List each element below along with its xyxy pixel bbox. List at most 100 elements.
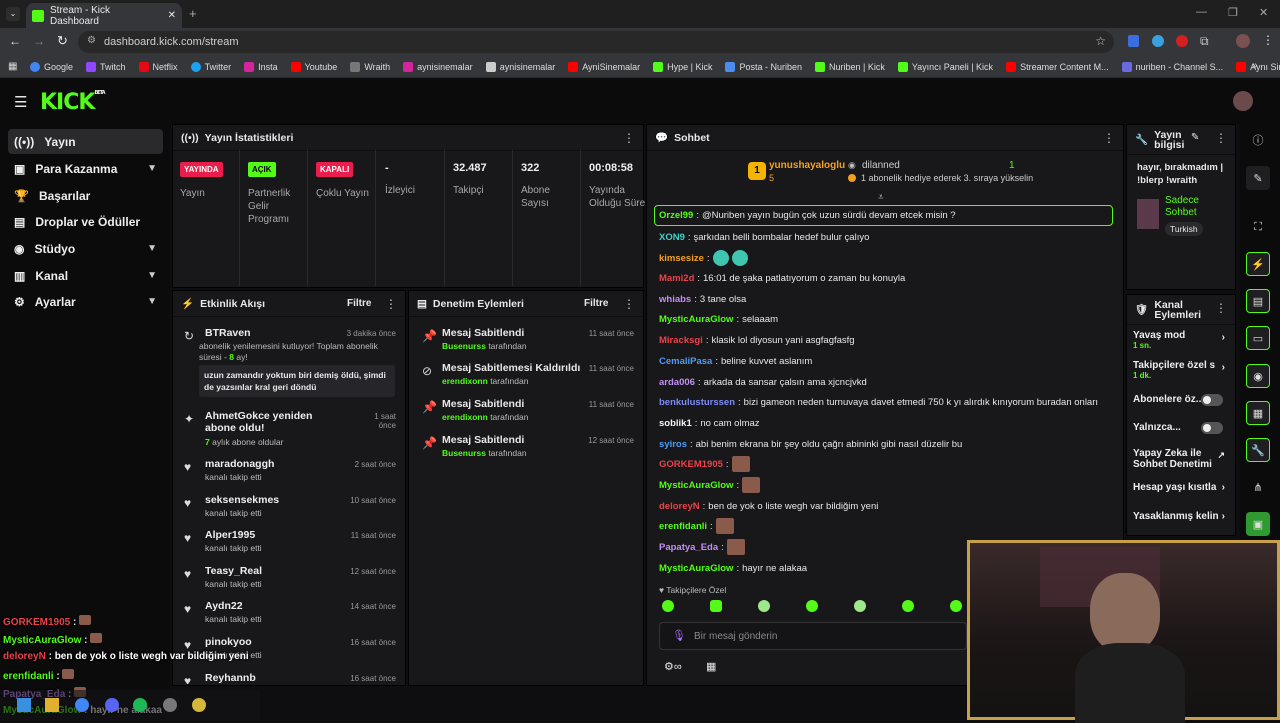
activity-user[interactable]: Aydn22 [205, 600, 243, 612]
chat-username[interactable]: syiros [659, 439, 687, 450]
chat-username[interactable]: MysticAuraGlow [659, 314, 733, 325]
more-bookmarks-icon[interactable]: » [1252, 60, 1258, 71]
banned-words-control[interactable]: Yasaklanmış kelin › [1133, 511, 1225, 525]
activity-user[interactable]: maradonaggh [205, 458, 274, 470]
bookmark[interactable]: AyniSinemalar [568, 61, 640, 72]
chat-username[interactable]: arda006 [659, 377, 695, 388]
apps-grid-icon[interactable]: ▦ [8, 61, 17, 72]
chat-username[interactable]: MysticAuraGlow [659, 480, 733, 491]
new-tab-icon[interactable]: + [189, 6, 197, 21]
wrench-icon[interactable]: 🔧 [1246, 438, 1270, 462]
filter-button[interactable]: Filtre [347, 298, 371, 309]
category-name[interactable]: Sadece Sohbet [1165, 195, 1225, 219]
profile-avatar[interactable] [1236, 34, 1250, 48]
app-icon[interactable] [192, 698, 206, 712]
emote-icon[interactable] [950, 600, 962, 612]
tab-close-icon[interactable]: ✕ [168, 10, 176, 21]
bookmark-star-icon[interactable]: ☆ [1095, 34, 1106, 48]
activity-user[interactable]: AhmetGokce yeniden abone oldu! [205, 410, 345, 434]
forward-icon[interactable]: → [33, 34, 45, 48]
start-icon[interactable] [17, 698, 31, 712]
followers-only-control[interactable]: Takipçilere özel s1 dk. › [1133, 360, 1225, 386]
emote-icon[interactable] [662, 600, 674, 612]
browser-tab[interactable]: Stream - Kick Dashboard ✕ [26, 3, 182, 28]
document-icon[interactable]: ▤ [1246, 289, 1270, 313]
window-close-icon[interactable]: ✕ [1259, 6, 1268, 19]
edit-icon[interactable]: ✎ [1246, 166, 1270, 190]
chat-username[interactable]: whiabs [659, 294, 691, 305]
activity-user[interactable]: Alper1995 [205, 529, 255, 541]
chat-username[interactable]: soblik1 [659, 418, 692, 429]
bookmark[interactable]: Streamer Content M... [1006, 61, 1109, 72]
back-icon[interactable]: ← [9, 34, 21, 48]
folder-icon[interactable] [45, 698, 59, 712]
site-info-icon[interactable]: ⚙ [87, 35, 96, 46]
bookmark[interactable]: Twitter [190, 61, 231, 72]
slow-mode-control[interactable]: Yavaş mod 1 sn. › [1133, 330, 1225, 356]
moderator-name[interactable]: erendixonn [442, 376, 488, 386]
chat-username[interactable]: Papatya_Eda [659, 542, 718, 553]
sidebar-item-stream[interactable]: ((•)) Yayın [8, 129, 163, 154]
account-age-control[interactable]: Hesap yaşı kısıtla › [1133, 482, 1225, 496]
discord-icon[interactable] [105, 698, 119, 712]
chat-input[interactable]: 🎙 Bir mesaj gönderin [659, 622, 967, 650]
moderator-name[interactable]: erendixonn [442, 412, 488, 422]
emote-icon[interactable] [806, 600, 818, 612]
browser-menu-icon[interactable]: ⋮ [1262, 33, 1274, 47]
filter-button[interactable]: Filtre [584, 298, 608, 309]
sidebar-item-settings[interactable]: ⚙ Ayarlar ▼ [8, 289, 163, 314]
bookmark[interactable]: Aynı Sinemalar - Ça... [1236, 61, 1280, 72]
activity-user[interactable]: Teasy_Real [205, 565, 262, 577]
hamburger-menu-icon[interactable]: ☰ [14, 93, 27, 111]
activity-user[interactable]: BTRaven [205, 327, 251, 339]
spotify-icon[interactable] [133, 698, 147, 712]
tab-list-icon[interactable]: ⌄ [6, 7, 20, 21]
extension-record-icon[interactable] [1176, 35, 1188, 47]
bookmark[interactable]: Insta [244, 61, 278, 72]
moderator-name[interactable]: Busenurss [442, 341, 486, 351]
restore-icon[interactable]: ❐ [1228, 6, 1238, 19]
more-options-icon[interactable]: ⋮ [623, 297, 635, 311]
info-icon[interactable]: ⓘ [1246, 128, 1270, 152]
activity-user[interactable]: pinokyoo [205, 636, 252, 648]
kick-logo[interactable]: KICKBETA [40, 90, 106, 115]
gift-second-name[interactable]: dilanned [862, 160, 900, 171]
more-options-icon[interactable]: ⋮ [385, 297, 397, 311]
layout-icon[interactable]: ▦ [1246, 401, 1270, 425]
activity-user[interactable]: Reyhannb [205, 672, 256, 684]
bookmark[interactable]: Youtube [290, 61, 337, 72]
chat-username[interactable]: kimsesize [659, 253, 704, 264]
more-options-icon[interactable]: ⋮ [1103, 131, 1115, 145]
extension-shield-icon[interactable] [1128, 35, 1139, 47]
edit-icon[interactable]: ✎ [1191, 132, 1199, 143]
bookmark[interactable]: aynisinemalar [485, 61, 555, 72]
bookmark[interactable]: Netflix [138, 61, 178, 72]
share-icon[interactable]: ⋔ [1246, 475, 1270, 499]
bookmark[interactable]: Yayıncı Paneli | Kick [897, 61, 993, 72]
fullscreen-icon[interactable]: ⛶ [1246, 215, 1270, 239]
bookmark[interactable]: nuriben - Channel S... [1121, 61, 1223, 72]
extension-icon[interactable] [1152, 35, 1164, 47]
bookmark[interactable]: aynisinemalar [403, 61, 473, 72]
chat-username[interactable]: MysticAuraGlow [659, 563, 733, 574]
chat-username[interactable]: erenfidanli [659, 521, 707, 532]
chrome-icon[interactable] [75, 698, 89, 712]
bookmark[interactable]: Wraith [350, 61, 390, 72]
toggle-switch[interactable] [1201, 422, 1223, 434]
more-options-icon[interactable]: ⋮ [623, 131, 635, 145]
emote-only-control[interactable]: Yalnızca... [1133, 422, 1225, 436]
chat-username[interactable]: Mami2d [659, 273, 694, 284]
bookmark[interactable]: Posta - Nuriben [725, 61, 802, 72]
gift-leader-name[interactable]: yunushayaloglu [769, 160, 845, 171]
chat-icon[interactable]: ▭ [1246, 326, 1270, 350]
sidebar-item-achievements[interactable]: 🏆 Başarılar [8, 183, 163, 208]
mic-icon[interactable]: 🎙 [672, 629, 686, 642]
more-options-icon[interactable]: ⋮ [1215, 301, 1227, 315]
chat-username[interactable]: Miracksgi [659, 335, 703, 346]
chat-settings-icon[interactable]: ⚙∞ [664, 660, 682, 673]
activity-user[interactable]: seksensekmes [205, 494, 279, 506]
chat-username[interactable]: benkulusturssen [659, 397, 735, 408]
subscribers-only-control[interactable]: Abonelere öz... [1133, 394, 1225, 408]
emote-icon[interactable] [854, 600, 866, 612]
more-options-icon[interactable]: ⋮ [1215, 131, 1227, 145]
